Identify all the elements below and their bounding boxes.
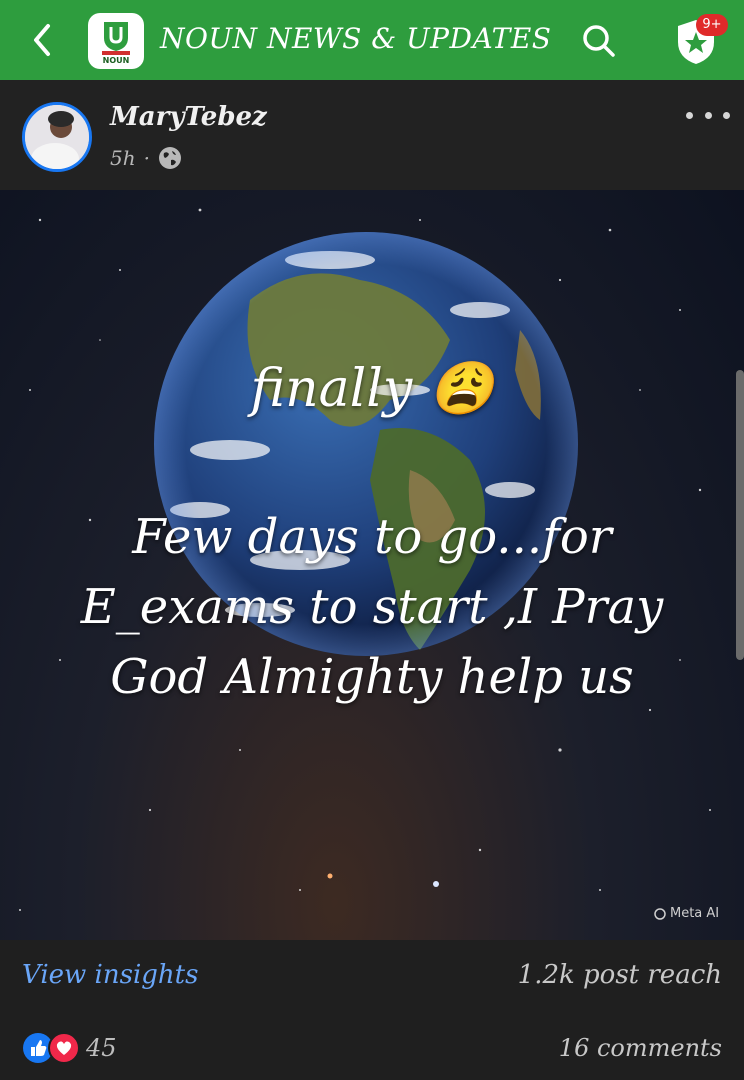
- reaction-count[interactable]: 45: [86, 1034, 117, 1062]
- avatar[interactable]: [22, 102, 92, 172]
- post-image-text-headline: finally 😩: [250, 359, 494, 419]
- back-button[interactable]: [24, 22, 60, 58]
- group-logo[interactable]: NOUN: [88, 13, 144, 69]
- meta-ai-watermark: Meta AI: [654, 906, 719, 921]
- post-image[interactable]: finally 😩 Few days to go...for E_exams t…: [0, 190, 744, 940]
- app-bar: NOUN NOUN NEWS & UPDATES 9+: [0, 0, 744, 80]
- meta-separator: ·: [143, 146, 150, 170]
- comments-count[interactable]: 16 comments: [559, 1034, 722, 1062]
- noun-logo-icon: NOUN: [102, 22, 130, 64]
- view-insights-link[interactable]: View insights: [22, 960, 198, 990]
- reaction-icons[interactable]: [22, 1032, 80, 1064]
- post-header: MaryTebez 5h ·: [0, 80, 744, 190]
- back-arrow-icon: [34, 24, 50, 56]
- post-reach-count: 1.2k post reach: [517, 960, 722, 990]
- more-dot-icon: [686, 111, 693, 119]
- svg-text:NOUN: NOUN: [103, 56, 130, 64]
- love-icon: [48, 1032, 80, 1064]
- meta-ai-icon: [654, 907, 666, 920]
- globe-icon: [158, 147, 181, 169]
- post-time: 5h: [110, 146, 136, 170]
- scrollbar[interactable]: [736, 370, 744, 660]
- more-options-button[interactable]: [686, 100, 730, 130]
- insights-row: View insights 1.2k post reach: [0, 940, 744, 1012]
- search-icon: [583, 25, 615, 57]
- meta-ai-label: Meta AI: [670, 906, 720, 921]
- post-author[interactable]: MaryTebez: [110, 102, 267, 132]
- reactions-row: 45 16 comments: [0, 1012, 744, 1080]
- group-title[interactable]: NOUN NEWS & UPDATES: [160, 22, 551, 55]
- search-button[interactable]: [578, 20, 620, 62]
- post-image-text-body: Few days to go...for E_exams to start ,I…: [80, 509, 664, 705]
- more-dot-icon: [723, 111, 730, 119]
- more-dot-icon: [704, 111, 712, 119]
- post-meta: 5h ·: [110, 146, 182, 170]
- avatar-image: [25, 105, 89, 169]
- notification-badge: 9+: [696, 14, 728, 36]
